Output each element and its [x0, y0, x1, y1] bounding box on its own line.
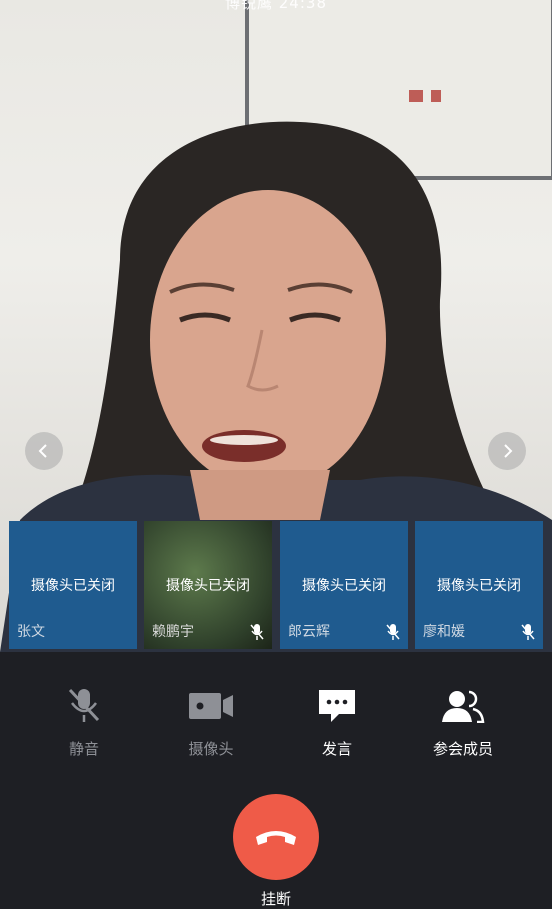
phone-hangup-icon — [256, 831, 296, 845]
camera-label: 摄像头 — [188, 740, 234, 758]
mute-button[interactable]: 静音 — [29, 686, 139, 759]
participant-name: 赖鹏宇 — [152, 624, 194, 640]
video-camera-icon — [189, 693, 233, 719]
participant-strip: 摄像头已关闭 张文 摄像头已关闭 赖鹏宇 摄像头已关闭 郎云辉 摄像头已关闭 廖… — [0, 517, 552, 652]
participant-tile[interactable]: 摄像头已关闭 郎云辉 — [280, 521, 408, 649]
status-bar-text: 博锐鹰 24:38 — [225, 0, 327, 12]
call-control-bar: 静音 摄像头 发言 参会成员 挂断 — [0, 652, 552, 908]
mic-off-icon — [68, 688, 100, 722]
camera-off-label: 摄像头已关闭 — [31, 578, 115, 594]
members-label: 参会成员 — [432, 740, 493, 758]
hangup-label: 挂断 — [260, 890, 291, 908]
camera-off-label: 摄像头已关闭 — [302, 578, 386, 594]
people-icon — [442, 690, 485, 723]
participant-name: 郎云辉 — [288, 624, 330, 640]
mic-muted-icon — [521, 624, 535, 640]
participant-tile[interactable]: 摄像头已关闭 廖和媛 — [415, 521, 543, 649]
mic-muted-icon — [250, 624, 264, 640]
chevron-left-icon — [38, 444, 47, 458]
prev-video-button[interactable] — [25, 432, 63, 470]
members-button[interactable]: 参会成员 — [408, 686, 518, 759]
main-video-view: 博锐鹰 24:38 摄像头已关闭 张文 摄像头已关闭 赖鹏宇 摄像头已关闭 郎云… — [0, 0, 552, 652]
speak-label: 发言 — [321, 740, 352, 758]
camera-button[interactable]: 摄像头 — [156, 686, 266, 759]
next-video-button[interactable] — [488, 432, 526, 470]
speak-button[interactable]: 发言 — [282, 686, 392, 759]
participant-tile[interactable]: 摄像头已关闭 赖鹏宇 — [144, 521, 272, 649]
mic-muted-icon — [386, 624, 400, 640]
participant-name: 廖和媛 — [423, 624, 465, 640]
participant-tile[interactable]: 摄像头已关闭 张文 — [9, 521, 137, 649]
camera-off-label: 摄像头已关闭 — [166, 578, 250, 594]
mute-label: 静音 — [68, 740, 99, 758]
camera-off-label: 摄像头已关闭 — [437, 578, 521, 594]
chat-bubble-icon — [319, 690, 355, 722]
chevron-right-icon — [504, 444, 513, 458]
participant-name: 张文 — [17, 624, 45, 640]
hangup-button[interactable] — [233, 794, 319, 880]
